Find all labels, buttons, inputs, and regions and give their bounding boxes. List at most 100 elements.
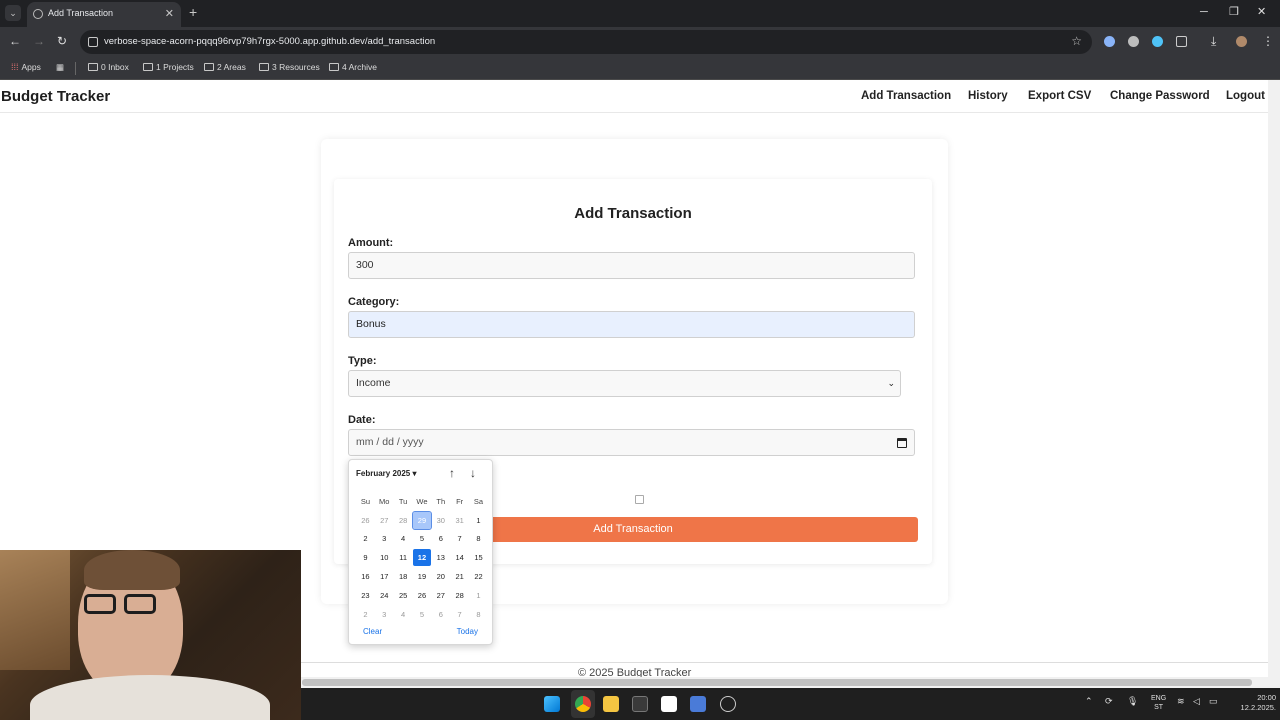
calendar-day[interactable]: 7 (450, 606, 469, 623)
windows-start-icon[interactable] (544, 696, 560, 712)
calendar-day[interactable]: 19 (413, 568, 432, 585)
calendar-day[interactable]: 16 (356, 568, 375, 585)
battery-icon[interactable]: ▭ (1209, 696, 1218, 707)
calendar-day[interactable]: 1 (469, 587, 488, 604)
calendar-day[interactable]: 3 (375, 606, 394, 623)
new-tab-button[interactable]: + (189, 5, 197, 19)
calendar-day[interactable]: 21 (450, 568, 469, 585)
type-select[interactable]: Income ⌄ (348, 370, 901, 397)
calendar-day[interactable]: 13 (431, 549, 450, 566)
clear-date-button[interactable]: Clear (363, 627, 382, 636)
language-indicator[interactable]: ENG ST (1151, 694, 1166, 712)
date-input[interactable]: mm / dd / yyyy (348, 429, 915, 456)
calendar-day[interactable]: 23 (356, 587, 375, 604)
calendar-day[interactable]: 7 (450, 530, 469, 547)
calendar-day[interactable]: 26 (413, 587, 432, 604)
previous-month-arrow-icon[interactable]: ↑ (449, 466, 455, 480)
next-month-arrow-icon[interactable]: ↓ (470, 466, 476, 480)
calendar-day[interactable]: 28 (450, 587, 469, 604)
tray-chevron-up-icon[interactable]: ⌃ (1085, 696, 1093, 707)
system-clock[interactable]: 20:00 12.2.2025. (1231, 693, 1276, 713)
calendar-day[interactable]: 26 (356, 512, 375, 529)
minimize-icon[interactable]: ─ (1200, 6, 1208, 18)
bookmark-star-icon[interactable]: ☆ (1071, 34, 1082, 48)
calendar-day[interactable]: 5 (413, 606, 432, 623)
calendar-day[interactable]: 5 (413, 530, 432, 547)
nav-link-history[interactable]: History (968, 90, 1008, 102)
calendar-day[interactable]: 22 (469, 568, 488, 585)
calendar-day[interactable]: 10 (375, 549, 394, 566)
download-icon[interactable]: ⤓ (1211, 35, 1216, 47)
maximize-icon[interactable]: ❐ (1229, 6, 1239, 18)
forward-icon[interactable]: → (33, 35, 45, 47)
close-window-icon[interactable]: ✕ (1257, 6, 1266, 18)
calendar-day[interactable]: 4 (394, 530, 413, 547)
app-icon[interactable] (720, 696, 736, 712)
tab-close-icon[interactable]: ✕ (165, 7, 174, 20)
wifi-icon[interactable]: ≋ (1177, 696, 1185, 707)
calendar-day-hovered[interactable]: 29 (411, 510, 433, 530)
bookmark-folder-resources[interactable]: 3 Resources (259, 62, 320, 72)
calendar-day[interactable]: 3 (375, 530, 394, 547)
volume-icon[interactable]: ◁ (1193, 696, 1200, 707)
calendar-day[interactable]: 28 (394, 512, 413, 529)
sync-icon[interactable]: ⟳ (1105, 696, 1113, 707)
tab-groups-icon[interactable]: ▦ (56, 62, 64, 73)
bookmark-folder-archive[interactable]: 4 Archive (329, 62, 377, 72)
calendar-day[interactable]: 31 (450, 512, 469, 529)
calendar-day[interactable]: 8 (469, 606, 488, 623)
vertical-scrollbar[interactable] (1268, 80, 1280, 677)
nav-link-change-password[interactable]: Change Password (1110, 90, 1210, 102)
calendar-day[interactable]: 11 (394, 549, 413, 566)
bookmark-folder-inbox[interactable]: 0 Inbox (88, 62, 129, 72)
extension-icon[interactable] (1152, 36, 1163, 47)
calendar-icon[interactable] (897, 438, 907, 448)
calendar-day[interactable]: 6 (431, 606, 450, 623)
profile-avatar-icon[interactable] (1236, 36, 1247, 47)
brand-title[interactable]: Budget Tracker (1, 88, 110, 105)
extension-icon[interactable] (1104, 36, 1115, 47)
notes-app-icon[interactable] (690, 696, 706, 712)
horizontal-scrollbar[interactable] (300, 677, 1280, 688)
calendar-day[interactable]: 6 (431, 530, 450, 547)
bookmark-folder-areas[interactable]: 2 Areas (204, 62, 246, 72)
chrome-icon[interactable] (575, 696, 591, 712)
browser-tab[interactable]: Add Transaction ✕ (27, 2, 181, 27)
calendar-day[interactable]: 9 (356, 549, 375, 566)
calendar-day[interactable]: 14 (450, 549, 469, 566)
calendar-day[interactable]: 4 (394, 606, 413, 623)
calendar-day[interactable]: 18 (394, 568, 413, 585)
calendar-day-today[interactable]: 12 (412, 549, 432, 567)
month-year-dropdown[interactable]: February 2025 ▾ (356, 469, 417, 478)
notion-icon[interactable] (661, 696, 677, 712)
calendar-day[interactable]: 1 (469, 512, 488, 529)
site-info-icon[interactable] (88, 37, 98, 47)
nav-link-add-transaction[interactable]: Add Transaction (861, 90, 951, 102)
bookmark-folder-projects[interactable]: 1 Projects (143, 62, 194, 72)
bookmark-apps[interactable]: ⁞⁞⁞ Apps (11, 62, 41, 72)
address-bar[interactable]: verbose-space-acorn-pqqq96rvp79h7rgx-500… (80, 30, 1092, 54)
amount-input[interactable]: 300 (348, 252, 915, 279)
calendar-day[interactable]: 8 (469, 530, 488, 547)
reload-icon[interactable]: ↻ (57, 35, 67, 47)
calendar-day[interactable]: 25 (394, 587, 413, 604)
nav-link-export-csv[interactable]: Export CSV (1028, 90, 1091, 102)
calendar-day[interactable]: 17 (375, 568, 394, 585)
extensions-puzzle-icon[interactable] (1176, 36, 1187, 47)
today-date-button[interactable]: Today (457, 627, 478, 636)
calendar-day[interactable]: 20 (431, 568, 450, 585)
file-explorer-icon[interactable] (603, 696, 619, 712)
tab-search-icon[interactable]: ⌄ (5, 5, 21, 21)
browser-menu-icon[interactable]: ⋮ (1262, 35, 1274, 47)
recurring-checkbox[interactable] (635, 495, 644, 504)
scrollbar-thumb[interactable] (302, 679, 1252, 686)
microphone-icon[interactable]: 🎙 (1127, 696, 1138, 707)
calendar-day[interactable]: 2 (356, 530, 375, 547)
category-input[interactable]: Bonus (348, 311, 915, 338)
calendar-day[interactable]: 2 (356, 606, 375, 623)
calendar-day[interactable]: 27 (375, 512, 394, 529)
terminal-icon[interactable] (632, 696, 648, 712)
calendar-day[interactable]: 15 (469, 549, 488, 566)
calendar-day[interactable]: 27 (431, 587, 450, 604)
calendar-day[interactable]: 30 (431, 512, 450, 529)
